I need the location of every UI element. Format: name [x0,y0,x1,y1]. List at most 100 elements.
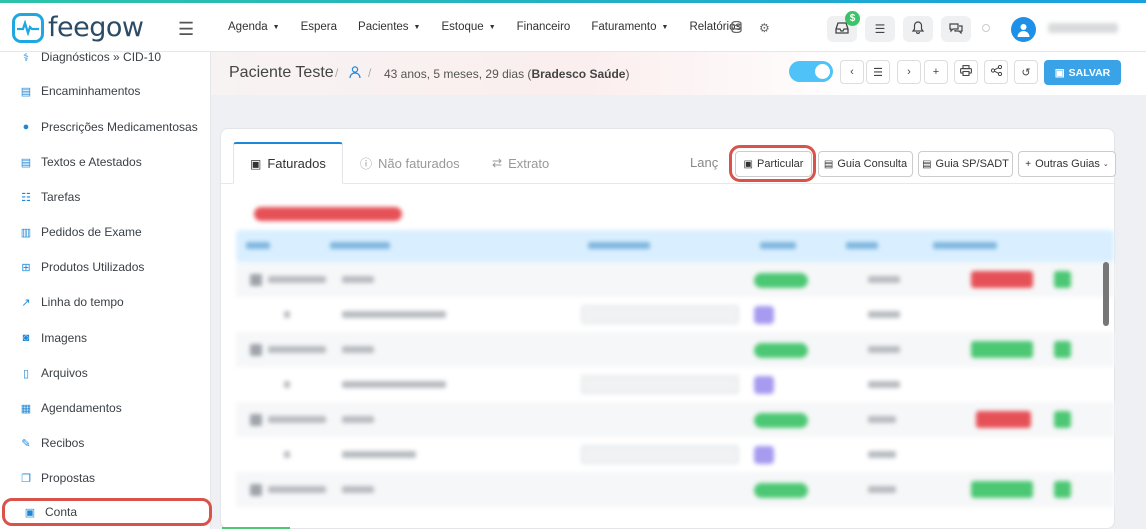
caret-down-icon: ▼ [488,24,496,31]
sidebar-item-prescricoes[interactable]: ● Prescrições Medicamentosas [0,115,211,139]
chevron-down-icon: ⌄ [1102,161,1109,168]
username-blurred[interactable] [1048,23,1118,33]
plus-icon: + [1025,158,1032,170]
sidebar-item-diagnosticos[interactable]: ⚕ Diagnósticos » CID-10 [0,45,211,69]
table-header [236,230,1114,262]
sidebar-item-recibos[interactable]: ✎ Recibos [0,431,211,455]
chat-icon [949,22,963,37]
nav-financeiro[interactable]: Financeiro [517,21,571,33]
print-button[interactable] [954,60,978,84]
printer-icon [960,65,972,79]
next-button[interactable]: › [897,60,921,84]
sidebar-item-produtos[interactable]: ⊞ Produtos Utilizados [0,255,211,279]
table-row[interactable] [236,437,1114,472]
sidebar-item-linha-tempo[interactable]: ↗ Linha do tempo [0,290,211,314]
sidebar-item-encaminhamentos[interactable]: ▤ Encaminhamentos [0,79,211,103]
share-icon [990,64,1002,79]
save-icon: ▣ [1054,66,1065,79]
tasks-button[interactable]: ☰ [865,16,895,42]
tab-faturados[interactable]: ▣ Faturados [233,142,343,184]
chevron-right-icon: › [907,66,911,78]
sidebar-item-tarefas[interactable]: ☷ Tarefas [0,185,211,209]
user-icon[interactable] [349,66,361,81]
patient-bar: Paciente Teste / / 43 anos, 5 meses, 29 … [211,52,1146,95]
gear-icon[interactable]: ⚙ [759,21,770,35]
table-row[interactable] [236,297,1114,332]
main-nav: Agenda ▼ Espera Pacientes ▼ Estoque ▼ Finan… [228,21,762,33]
mode-toggle[interactable] [789,61,833,82]
history-icon: ↺ [1021,66,1031,79]
sidebar-item-imagens[interactable]: ◙ Imagens [0,326,211,350]
separator: / [368,66,372,80]
table-row[interactable] [236,367,1114,402]
nav-estoque[interactable]: Estoque ▼ [441,21,495,33]
caret-down-icon: ▼ [272,24,280,31]
nav-faturamento[interactable]: Faturamento ▼ [591,21,668,33]
nav-agenda[interactable]: Agenda ▼ [228,21,280,33]
chat-button[interactable] [941,16,971,42]
tab-extrato[interactable]: ⇄ Extrato [476,142,565,184]
sidebar-item-textos[interactable]: ▤ Textos e Atestados [0,150,211,174]
sidebar-item-propostas[interactable]: ❐ Propostas [0,466,211,490]
tab-nao-faturados[interactable]: ⓘ Não faturados [344,142,476,184]
outras-guias-button[interactable]: + Outras Guias ⌄ [1018,151,1116,177]
prev-button[interactable]: ‹ [840,60,864,84]
database-icon[interactable] [731,20,742,36]
account-tabs: ▣ Faturados ⓘ Não faturados ⇄ Extrato Lanç … [221,142,1116,184]
info-circle-icon: ⓘ [360,156,373,171]
blurred-table [236,204,1114,529]
caret-down-icon: ▼ [413,24,421,31]
nav-espera[interactable]: Espera [301,21,337,33]
user-icon [1017,23,1030,37]
camera-icon: ◙ [22,332,30,344]
notifications-button[interactable] [903,16,933,42]
highlight-ring-particular [729,145,816,182]
calendar-icon: ▦ [20,402,32,415]
sidebar-item-conta[interactable]: ▣ Conta [2,498,212,526]
guia-consulta-button[interactable]: ▤ Guia Consulta [818,151,913,177]
table-row[interactable] [236,332,1114,367]
lancamento-label: Lanç [690,155,719,170]
edit-icon: ✎ [21,437,31,450]
patient-name[interactable]: Paciente Teste [229,64,334,82]
guia-spsadt-button[interactable]: ▤ Guia SP/SADT [918,151,1013,177]
clipboard-icon: ▥ [20,226,32,239]
table-row[interactable] [236,262,1114,297]
save-button[interactable]: ▣ SALVAR [1044,60,1121,85]
copy-icon: ❐ [21,472,31,485]
table-row[interactable] [236,402,1114,437]
money-icon: ▣ [24,506,36,519]
sidebar-item-agendamentos[interactable]: ▦ Agendamentos [0,396,211,420]
checklist-icon: ☷ [21,191,31,204]
box-plus-icon: ⊞ [21,261,31,274]
table-scrollbar[interactable] [1103,262,1109,326]
money-badge: $ [845,11,860,26]
avatar[interactable] [1011,17,1036,42]
document-edit-icon: ▤ [20,156,32,169]
account-card: ▣ Faturados ⓘ Não faturados ⇄ Extrato Lanç … [220,128,1116,529]
table-row[interactable] [236,472,1114,507]
sidebar: ⚕ Diagnósticos » CID-10 ▤ Encaminhamentos … [0,50,212,529]
chart-line-icon: ↗ [21,296,31,309]
nav-pacientes[interactable]: Pacientes ▼ [358,21,420,33]
list-button[interactable]: ☰ [866,60,890,84]
share-button[interactable] [984,60,1008,84]
status-pill [254,207,402,221]
chevron-left-icon: ‹ [850,66,854,78]
logo-heart-icon [12,12,44,43]
caret-down-icon: ▼ [661,24,669,31]
exchange-icon: ⇄ [492,156,503,170]
list-icon: ☰ [873,66,883,79]
card-icon: ▤ [823,158,834,170]
status-dot-icon [982,24,990,32]
sidebar-item-pedidos-exame[interactable]: ▥ Pedidos de Exame [0,220,211,244]
menu-toggle-icon[interactable]: ☰ [178,19,194,40]
file-icon: ▯ [22,367,30,380]
history-button[interactable]: ↺ [1014,60,1038,84]
add-button[interactable]: + [924,60,948,84]
logo[interactable]: feegow [12,12,144,43]
checklist-icon: ☰ [874,22,886,36]
money-icon: ▣ [250,156,262,171]
sidebar-item-arquivos[interactable]: ▯ Arquivos [0,361,211,385]
stethoscope-icon: ⚕ [23,51,29,64]
